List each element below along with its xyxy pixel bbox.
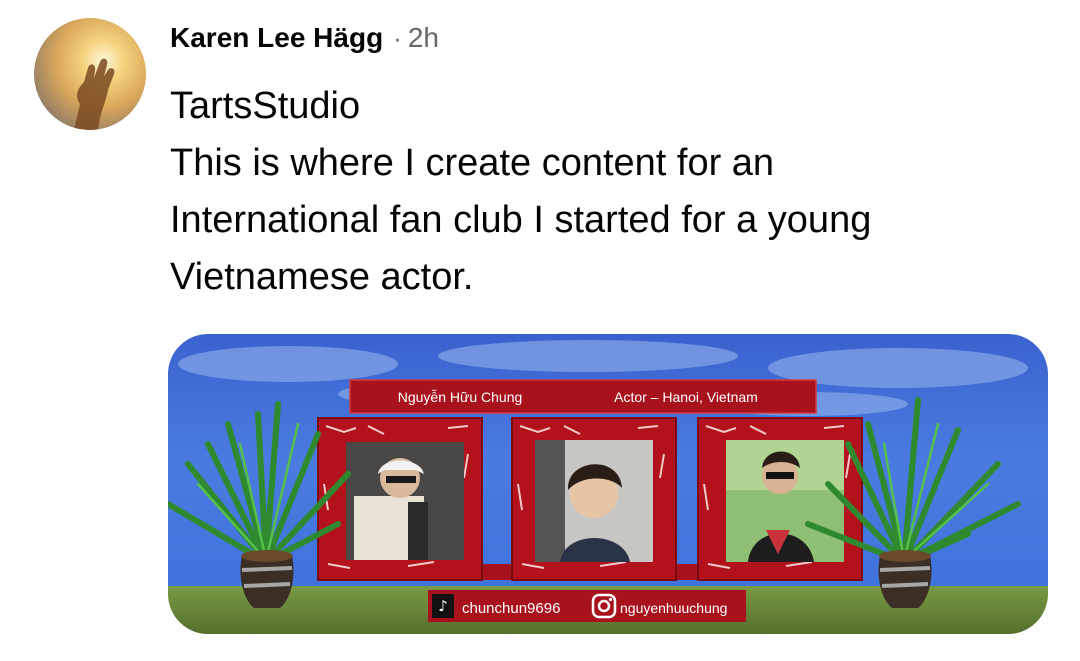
- photo-frame-2: [511, 417, 677, 581]
- post-image[interactable]: Nguyễn Hữu Chung Actor – Hanoi, Vietnam: [168, 334, 1048, 634]
- tiktok-handle: chunchun9696: [462, 600, 560, 617]
- separator-dot: ·: [393, 23, 402, 53]
- author-name[interactable]: Karen Lee Hägg: [170, 22, 383, 54]
- banner-name: Nguyễn Hữu Chung: [398, 389, 523, 405]
- hand-silhouette-image: [74, 58, 115, 130]
- post-body: TartsStudio This is where I create conte…: [170, 78, 1050, 306]
- post-header: Karen Lee Hägg · 2h: [170, 22, 439, 58]
- banner-role: Actor – Hanoi, Vietnam: [614, 389, 758, 405]
- photo-frame-1: [317, 417, 483, 581]
- post-line: TartsStudio: [170, 85, 361, 127]
- post-line: International fan club I started for a y…: [170, 199, 872, 241]
- photo-frame-3: [697, 417, 863, 581]
- instagram-handle: nguyenhuuchung: [620, 600, 727, 616]
- author-avatar[interactable]: [34, 18, 146, 130]
- post-line: Vietnamese actor.: [170, 256, 474, 298]
- post-line: This is where I create content for an: [170, 142, 775, 184]
- tiktok-icon: ♪: [432, 594, 454, 618]
- post-timestamp[interactable]: 2h: [408, 22, 439, 54]
- svg-text:♪: ♪: [438, 597, 448, 615]
